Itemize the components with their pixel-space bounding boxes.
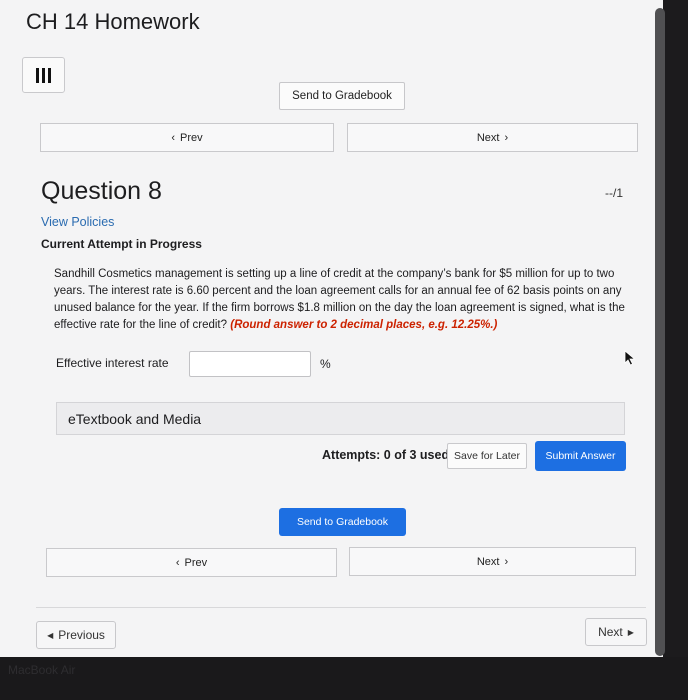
page-title: CH 14 Homework — [26, 9, 200, 34]
chevron-right-icon: › — [504, 131, 509, 144]
attempts-counter: Attempts: 0 of 3 used — [322, 448, 450, 462]
etextbook-media-panel[interactable]: eTextbook and Media — [56, 402, 625, 435]
answer-label: Effective interest rate — [56, 356, 169, 370]
laptop-bezel: MacBook Air — [0, 657, 688, 700]
rounding-hint: (Round answer to 2 decimal places, e.g. … — [230, 319, 498, 331]
triangle-right-icon: ▶ — [627, 627, 634, 637]
bezel-label: MacBook Air — [8, 663, 76, 677]
prev-question-button[interactable]: ‹ Prev — [40, 123, 334, 152]
next-label: Next — [598, 625, 623, 639]
send-to-gradebook-button-bottom[interactable]: Send to Gradebook — [279, 508, 406, 536]
next-question-button-bottom[interactable]: Next › — [349, 547, 636, 576]
next-label: Next — [476, 555, 500, 568]
question-title: Question 8 — [41, 177, 162, 205]
effective-rate-input[interactable] — [189, 351, 311, 377]
assignment-page: CH 14 Homework Send to Gradebook ‹ Prev … — [0, 0, 663, 657]
send-to-gradebook-button[interactable]: Send to Gradebook — [279, 82, 405, 110]
attempt-status: Current Attempt in Progress — [41, 237, 202, 251]
previous-button[interactable]: ◀ Previous — [36, 621, 116, 649]
previous-label: Previous — [58, 628, 105, 642]
question-score: --/1 — [605, 186, 623, 200]
menu-icon — [36, 67, 39, 83]
chevron-left-icon: ‹ — [171, 131, 176, 144]
scrollbar[interactable] — [655, 8, 665, 656]
next-label: Next — [476, 131, 500, 144]
divider — [36, 607, 646, 608]
submit-answer-button[interactable]: Submit Answer — [535, 441, 626, 471]
next-question-button[interactable]: Next › — [347, 123, 638, 152]
save-for-later-button[interactable]: Save for Later — [447, 443, 527, 469]
prev-label: Prev — [180, 131, 203, 144]
prev-label: Prev — [184, 556, 208, 569]
question-text: Sandhill Cosmetics management is setting… — [54, 266, 629, 334]
percent-unit: % — [320, 357, 331, 371]
prev-question-button-bottom[interactable]: ‹ Prev — [46, 548, 337, 577]
triangle-left-icon: ◀ — [47, 630, 54, 640]
mouse-cursor-icon — [624, 350, 636, 366]
next-button[interactable]: Next ▶ — [585, 618, 647, 646]
chevron-left-icon: ‹ — [175, 556, 180, 569]
view-policies-link[interactable]: View Policies — [41, 215, 114, 229]
menu-button[interactable] — [22, 57, 65, 93]
chevron-right-icon: › — [504, 555, 509, 568]
